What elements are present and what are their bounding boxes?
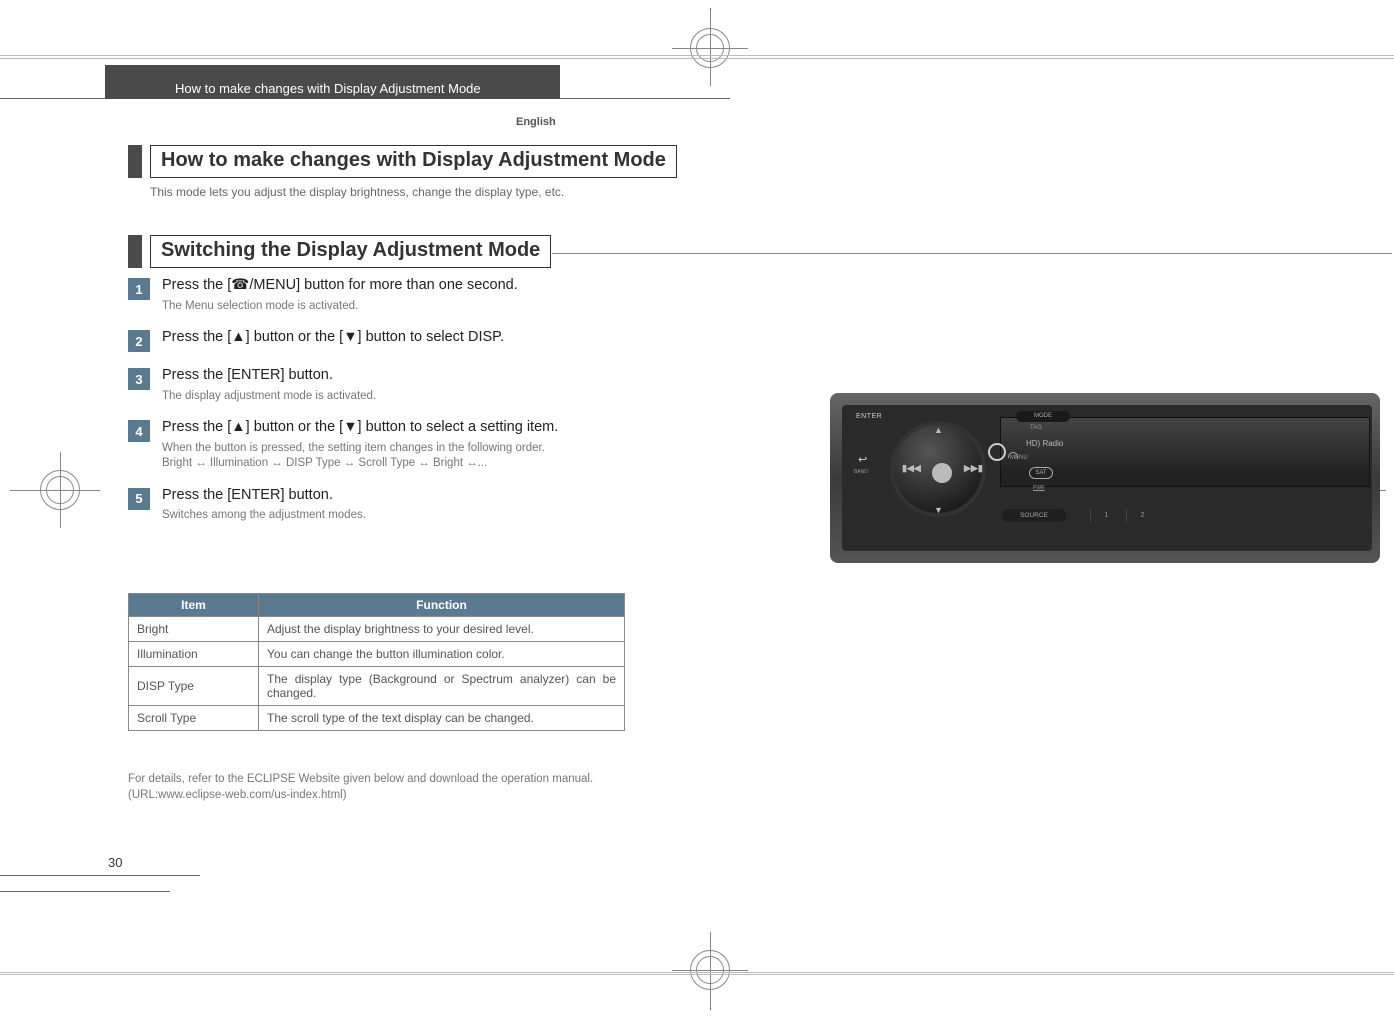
cell-function: The scroll type of the text display can … bbox=[259, 706, 625, 731]
section-heading-2: Switching the Display Adjustment Mode bbox=[128, 235, 551, 268]
cell-item: Illumination bbox=[129, 642, 259, 667]
cell-item: Bright bbox=[129, 617, 259, 642]
step-desc: Switches among the adjustment modes. bbox=[162, 508, 628, 524]
table-row: Illumination You can change the button i… bbox=[129, 642, 625, 667]
step-title: Press the [ENTER] button. bbox=[162, 486, 628, 506]
footnote: For details, refer to the ECLIPSE Websit… bbox=[128, 772, 628, 803]
step-number: 4 bbox=[128, 420, 150, 442]
section-heading-1: How to make changes with Display Adjustm… bbox=[128, 145, 677, 178]
hd-radio-label: HD) Radio bbox=[1026, 439, 1063, 448]
table-row: Bright Adjust the display brightness to … bbox=[129, 617, 625, 642]
step-title: Press the [☎/MENU] button for more than … bbox=[162, 276, 628, 296]
sat-label: SAT bbox=[1029, 467, 1053, 479]
preset-button-1: 1 bbox=[1090, 509, 1122, 522]
page-number: 30 bbox=[108, 855, 122, 870]
step-number: 3 bbox=[128, 368, 150, 390]
step-title: Press the [▲] button or the [▼] button t… bbox=[162, 418, 628, 438]
back-icon: ↩ bbox=[858, 453, 867, 466]
step-desc: When the button is pressed, the setting … bbox=[162, 441, 628, 472]
step-number: 1 bbox=[128, 278, 150, 300]
table-row: DISP Type The display type (Background o… bbox=[129, 667, 625, 706]
heading-accent-bar bbox=[128, 145, 142, 178]
heading-accent-bar bbox=[128, 235, 142, 268]
preset-button-2: 2 bbox=[1126, 509, 1158, 522]
step-1: 1 Press the [☎/MENU] button for more tha… bbox=[128, 276, 628, 314]
cell-function: You can change the button illumination c… bbox=[259, 642, 625, 667]
step-desc: The display adjustment mode is activated… bbox=[162, 389, 628, 405]
dial-next-icon: ▶▶▮ bbox=[964, 463, 983, 474]
cell-item: DISP Type bbox=[129, 667, 259, 706]
step-number: 2 bbox=[128, 330, 150, 352]
device-illustration: ▲ ▼ ▮◀◀ ▶▶▮ ENTER MODE TAG HD) Radio MEN… bbox=[830, 393, 1380, 563]
step-desc: The Menu selection mode is activated. bbox=[162, 299, 628, 315]
source-button: SOURCE bbox=[1002, 509, 1066, 522]
cell-item: Scroll Type bbox=[129, 706, 259, 731]
steps-list: 1 Press the [☎/MENU] button for more tha… bbox=[128, 276, 628, 538]
chapter-header: How to make changes with Display Adjustm… bbox=[105, 65, 560, 99]
enter-label: ENTER bbox=[856, 413, 882, 420]
dial-up-icon: ▲ bbox=[934, 425, 943, 435]
footnote-line2: (URL:www.eclipse-web.com/us-index.html) bbox=[128, 789, 347, 801]
band-label: BAND bbox=[854, 469, 868, 475]
step-title: Press the [▲] button or the [▼] button t… bbox=[162, 328, 628, 348]
device-knob bbox=[988, 443, 1006, 461]
cell-function: Adjust the display brightness to your de… bbox=[259, 617, 625, 642]
heading-text: Switching the Display Adjustment Mode bbox=[150, 235, 551, 268]
footer-rule bbox=[0, 891, 170, 892]
device-screen bbox=[1000, 417, 1370, 487]
heading-rule bbox=[552, 253, 1392, 254]
section-lead-text: This mode lets you adjust the display br… bbox=[150, 185, 564, 199]
tag-label: TAG bbox=[1030, 425, 1042, 431]
settings-table: Item Function Bright Adjust the display … bbox=[128, 593, 625, 731]
page-frame-line bbox=[0, 58, 1394, 59]
footer-rule bbox=[0, 875, 200, 876]
mode-button: MODE bbox=[1016, 411, 1070, 422]
cell-function: The display type (Background or Spectrum… bbox=[259, 667, 625, 706]
page-frame-line bbox=[0, 972, 1394, 973]
chapter-title: How to make changes with Display Adjustm… bbox=[175, 81, 481, 96]
step-number: 5 bbox=[128, 488, 150, 510]
step-5: 5 Press the [ENTER] button. Switches amo… bbox=[128, 486, 628, 524]
heading-text: How to make changes with Display Adjustm… bbox=[150, 145, 677, 178]
pwr-label: PWR bbox=[1033, 485, 1045, 491]
step-3: 3 Press the [ENTER] button. The display … bbox=[128, 366, 628, 404]
menu-label: MENU bbox=[1010, 455, 1028, 461]
dial-down-icon: ▼ bbox=[934, 505, 943, 515]
step-2: 2 Press the [▲] button or the [▼] button… bbox=[128, 328, 628, 352]
table-row: Scroll Type The scroll type of the text … bbox=[129, 706, 625, 731]
footnote-line1: For details, refer to the ECLIPSE Websit… bbox=[128, 773, 593, 785]
dial-prev-icon: ▮◀◀ bbox=[902, 463, 921, 474]
table-header-item: Item bbox=[129, 594, 259, 617]
step-title: Press the [ENTER] button. bbox=[162, 366, 628, 386]
step-4: 4 Press the [▲] button or the [▼] button… bbox=[128, 418, 628, 472]
table-header-function: Function bbox=[259, 594, 625, 617]
language-label: English bbox=[516, 116, 556, 128]
